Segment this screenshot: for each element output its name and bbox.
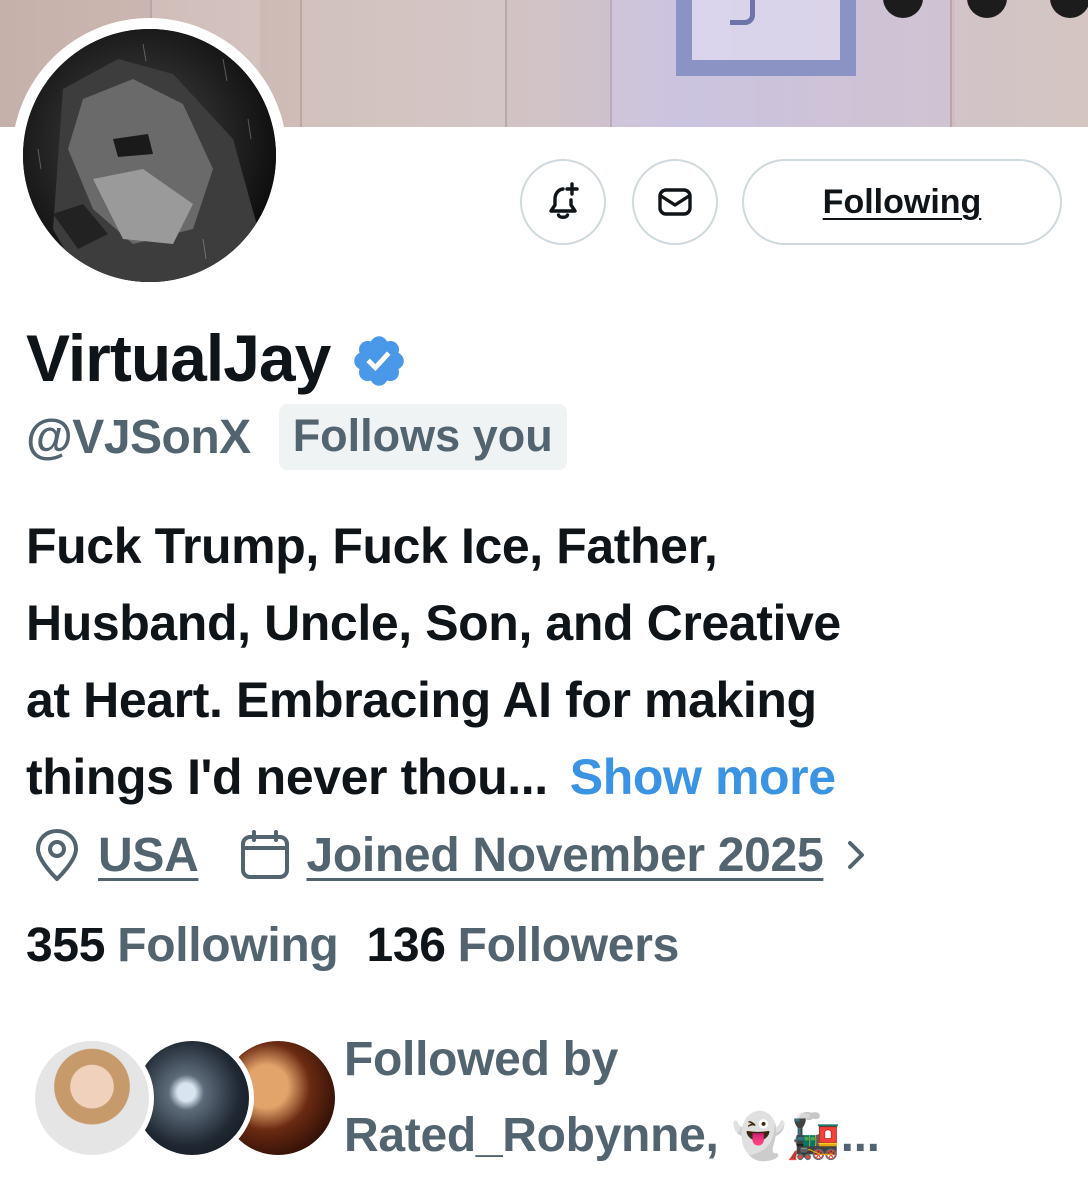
banner-seam	[950, 0, 952, 127]
profile-bio: Fuck Trump, Fuck Ice, Father, Husband, U…	[26, 508, 1026, 816]
show-more-link[interactable]: Show more	[570, 749, 836, 805]
profile-meta-row: USA Joined November 2025	[30, 822, 871, 888]
bell-plus-icon	[549, 182, 579, 219]
verified-badge-icon	[354, 336, 405, 386]
bio-line: at Heart. Embracing AI for making	[26, 672, 817, 728]
followers-count-link[interactable]: 136 Followers	[366, 918, 679, 973]
followed-by-ellipsis: ...	[840, 1109, 880, 1162]
handle-row: @VJSonX Follows you	[26, 404, 567, 470]
follower-avatar	[30, 1036, 154, 1160]
following-count: 355	[26, 919, 106, 972]
banner-seam	[610, 0, 612, 127]
followed-by-names: Rated_Robynne, 👻🚂...	[344, 1098, 1044, 1175]
banner-panel	[300, 0, 505, 127]
bio-line: Husband, Uncle, Son, and Creative	[26, 595, 841, 651]
joined-date-link[interactable]: Joined November 2025	[306, 828, 823, 883]
bio-line: things I'd never thou...	[26, 749, 548, 805]
followed-by-facepile[interactable]	[30, 1036, 340, 1160]
banner-seam	[300, 0, 302, 127]
bio-line-last: things I'd never thou... Show more	[26, 739, 1026, 816]
banner-seam	[505, 0, 507, 127]
bio-line: Fuck Trump, Fuck Ice, Father,	[26, 518, 718, 574]
following-count-link[interactable]: 355 Following	[26, 918, 339, 973]
avatar-dog-image	[23, 29, 276, 282]
followed-by-label: Followed by	[344, 1033, 619, 1086]
banner-hook	[730, 0, 755, 25]
chevron-right-icon[interactable]	[841, 835, 871, 875]
followed-by-emoji: 👻🚂	[731, 1111, 841, 1162]
followed-by-name: Rated_Robynne,	[344, 1109, 719, 1162]
followers-count: 136	[366, 919, 446, 972]
banner-frame	[676, 0, 856, 76]
message-button[interactable]	[632, 159, 718, 245]
profile-name-row: VirtualJay	[26, 318, 408, 398]
following-label: Following	[117, 919, 339, 972]
followers-label: Followers	[457, 919, 680, 972]
follows-you-badge: Follows you	[278, 404, 567, 470]
banner-panel	[955, 0, 1088, 127]
profile-avatar[interactable]	[12, 18, 287, 293]
notifications-button[interactable]	[520, 159, 606, 245]
follow-counts: 355 Following 136 Followers	[26, 918, 679, 973]
followed-by-text[interactable]: Followed by Rated_Robynne, 👻🚂...	[344, 1022, 1044, 1175]
location-link[interactable]: USA	[98, 828, 199, 883]
username-handle: @VJSonX	[26, 410, 251, 464]
envelope-icon	[658, 188, 692, 216]
following-button[interactable]: Following	[742, 159, 1062, 245]
location-pin-icon	[36, 829, 78, 881]
calendar-icon	[241, 830, 290, 879]
display-name: VirtualJay	[26, 321, 331, 395]
